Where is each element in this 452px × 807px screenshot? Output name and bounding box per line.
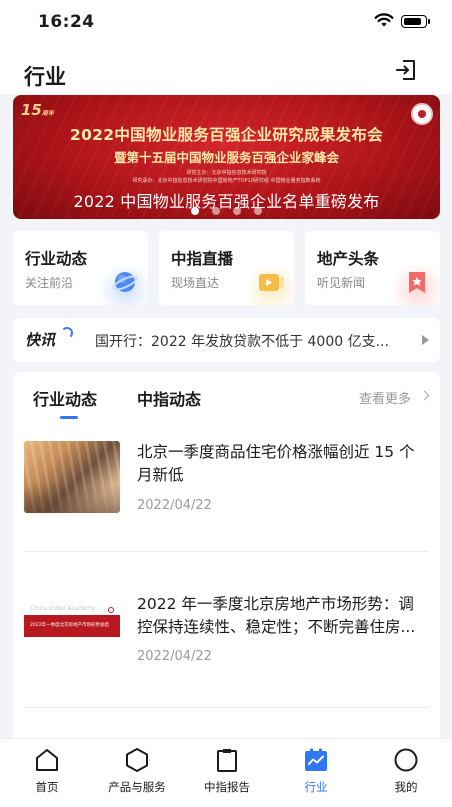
tab-industry[interactable]: 行业 [271, 747, 361, 795]
tab-products[interactable]: 产品与服务 [92, 747, 182, 795]
news-date: 2022/04/22 [137, 498, 212, 513]
bookmark-icon [409, 272, 425, 293]
banner-subheadline: 暨第十五届中国物业服务百强企业家峰会 [113, 150, 339, 165]
clipboard-icon [217, 749, 237, 772]
tab-reports[interactable]: 中指报告 [182, 747, 272, 795]
profile-icon [394, 748, 418, 772]
news-thumbnail [24, 441, 120, 513]
flash-news-text[interactable]: 国开行：2022 年发放贷款不低于 4000 亿支... [95, 331, 415, 351]
category-live[interactable]: 中指直播 现场直达 [159, 231, 294, 305]
tab-industry-news[interactable]: 行业动态 [33, 386, 97, 410]
thumbnail-title: 2022年一季度北京房地产市场形势总结 [30, 623, 109, 628]
view-more-link[interactable]: 查看更多 [359, 388, 411, 407]
home-icon [36, 749, 58, 771]
category-title: 行业动态 [25, 250, 88, 268]
bottom-tab-bar: 首页 产品与服务 中指报告 行业 我的 [0, 738, 452, 807]
news-thumbnail: China Index Academy 2022年一季度北京房地产市场形势总结 [24, 577, 120, 649]
tab-label: 行业 [304, 780, 328, 794]
battery-icon [401, 15, 430, 28]
signal-icon [61, 327, 73, 339]
chart-icon [305, 748, 327, 771]
carousel-dot[interactable] [190, 207, 199, 215]
promo-banner[interactable]: 15周年 2022中国物业服务百强企业研究成果发布会 暨第十五届中国物业服务百强… [13, 95, 440, 219]
banner-headline: 2022中国物业服务百强企业研究成果发布会 [70, 126, 383, 144]
planet-icon [112, 272, 138, 292]
banner-organizer: 研究主办：北京中指信息技术研究院 [186, 170, 267, 176]
category-industry-news[interactable]: 行业动态 关注前沿 [13, 231, 148, 305]
carousel-dot[interactable] [211, 207, 220, 215]
tab-cia-news[interactable]: 中指动态 [137, 386, 201, 410]
exit-icon[interactable] [394, 58, 418, 82]
chevron-right-icon[interactable] [419, 390, 430, 401]
play-arrow-icon[interactable] [422, 335, 429, 345]
banner-co-organizer: 研究承办：北京中指信息技术研究院中国房地产TOP10研究组 中国物业服务指数系统 [132, 178, 321, 184]
news-panel: 行业动态 中指动态 查看更多 北京一季度商品住宅价格涨幅创近 15 个月新低 2… [13, 372, 440, 752]
flash-news-bar[interactable]: 快讯 国开行：2022 年发放贷款不低于 4000 亿支... [13, 318, 440, 362]
category-subtitle: 现场直达 [171, 276, 220, 290]
tab-home[interactable]: 首页 [2, 747, 92, 795]
active-tab-indicator [60, 416, 78, 419]
wifi-icon [374, 13, 394, 27]
video-icon [259, 274, 284, 291]
category-title: 中指直播 [171, 250, 234, 268]
news-date: 2022/04/22 [137, 649, 212, 664]
page-header: 行业 [0, 44, 452, 94]
organizer-logo [411, 103, 433, 125]
news-title[interactable]: 北京一季度商品住宅价格涨幅创近 15 个月新低 [137, 441, 429, 487]
news-item[interactable]: China Index Academy 2022年一季度北京房地产市场形势总结 … [13, 567, 440, 687]
category-title: 地产头条 [317, 250, 380, 268]
thumbnail-brand: China Index Academy [30, 605, 96, 612]
category-headlines[interactable]: 地产头条 听见新闻 [305, 231, 440, 305]
tab-label: 我的 [394, 780, 418, 794]
hexagon-icon [126, 748, 148, 772]
news-item[interactable]: 北京一季度商品住宅价格涨幅创近 15 个月新低 2022/04/22 [13, 441, 440, 551]
carousel-dots [0, 207, 452, 217]
tab-label: 首页 [35, 780, 59, 794]
category-subtitle: 关注前沿 [25, 276, 74, 290]
tab-label: 中指报告 [204, 780, 250, 794]
status-time: 16:24 [38, 12, 95, 32]
tab-label: 产品与服务 [108, 780, 166, 794]
anniversary-badge: 15周年 [21, 101, 54, 119]
flash-news-logo: 快讯 [25, 331, 56, 349]
thumbnail-logo [108, 607, 114, 613]
divider [24, 707, 429, 708]
divider [24, 551, 429, 552]
news-title[interactable]: 2022 年一季度北京房地产市场形势：调控保持连续性、稳定性；不断完善住房... [137, 593, 429, 639]
carousel-dot[interactable] [232, 207, 241, 215]
tab-profile[interactable]: 我的 [361, 747, 451, 795]
page-title: 行业 [24, 65, 66, 89]
status-bar: 16:24 [0, 0, 452, 44]
carousel-dot[interactable] [253, 207, 262, 215]
category-subtitle: 听见新闻 [317, 276, 366, 290]
